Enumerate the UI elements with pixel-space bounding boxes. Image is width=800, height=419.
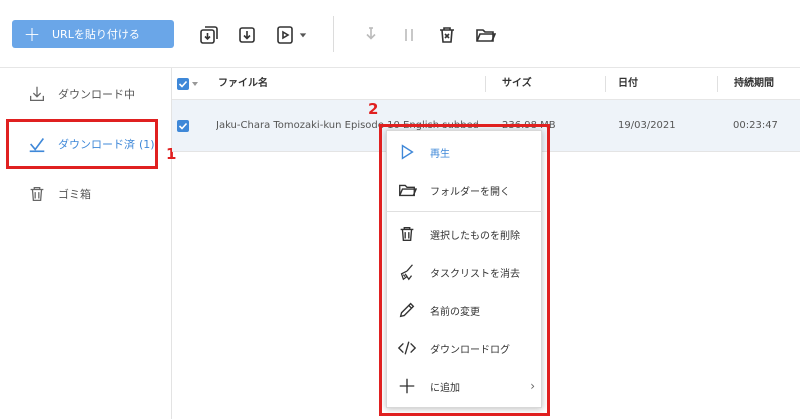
row-checkbox[interactable]	[177, 120, 189, 132]
paste-url-button[interactable]: + URLを貼り付ける	[12, 20, 174, 48]
pause-icon[interactable]	[396, 22, 422, 48]
column-divider	[717, 76, 718, 92]
sidebar-item-label: ダウンロード中	[58, 88, 135, 101]
pause-download-icon[interactable]	[358, 22, 384, 48]
annotation-label-2: 2	[368, 100, 379, 118]
video-download-icon[interactable]	[272, 22, 298, 48]
select-all-checkbox[interactable]	[177, 78, 189, 90]
sidebar-item-label: ゴミ箱	[58, 188, 91, 201]
paste-url-label: URLを貼り付ける	[52, 28, 140, 41]
sidebar-item-trash[interactable]: ゴミ箱	[0, 174, 172, 214]
column-divider	[605, 76, 606, 92]
row-date: 19/03/2021	[618, 120, 676, 131]
sidebar-item-downloading[interactable]: ダウンロード中	[0, 74, 172, 114]
column-divider	[485, 76, 486, 92]
download-icon[interactable]	[234, 22, 260, 48]
delete-icon[interactable]	[434, 22, 460, 48]
row-duration: 00:23:47	[733, 120, 778, 131]
toolbar: + URLを貼り付ける	[0, 0, 800, 68]
column-header-filename[interactable]: ファイル名	[218, 68, 268, 100]
plus-icon: +	[23, 22, 41, 46]
trash-icon	[26, 183, 48, 205]
download-batch-icon[interactable]	[196, 22, 222, 48]
table-header: ファイル名 サイズ 日付 持続期間	[172, 68, 800, 100]
column-header-size[interactable]: サイズ	[502, 68, 532, 100]
folder-open-icon[interactable]	[472, 22, 498, 48]
toolbar-divider	[333, 16, 334, 52]
annotation-highlight-sidebar	[6, 119, 158, 169]
chevron-down-icon[interactable]	[192, 81, 198, 87]
dropdown-icon[interactable]	[296, 22, 310, 48]
download-icon	[26, 83, 48, 105]
annotation-highlight-menu	[379, 124, 550, 416]
column-header-date[interactable]: 日付	[618, 68, 638, 100]
column-header-duration[interactable]: 持続期間	[734, 68, 774, 100]
